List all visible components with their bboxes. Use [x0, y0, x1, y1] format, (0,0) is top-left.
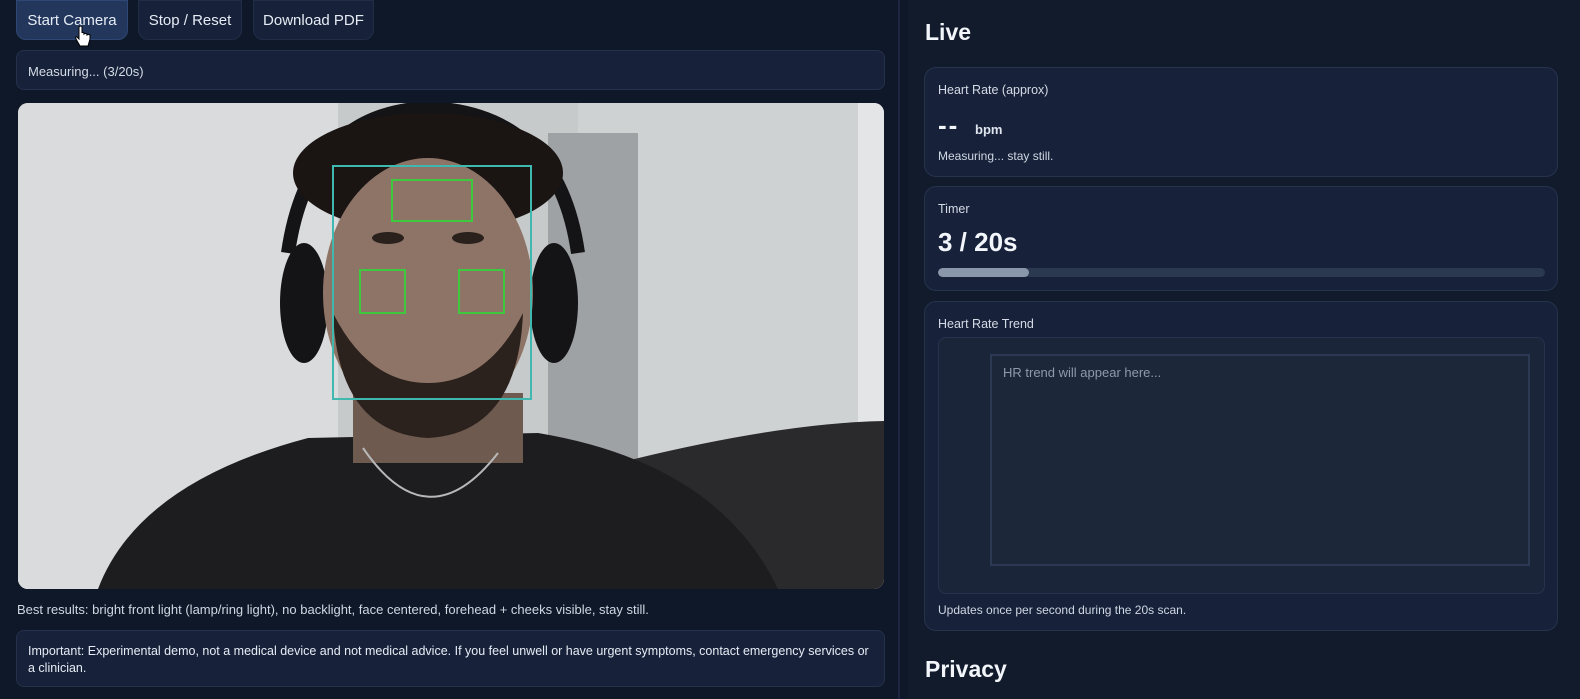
camera-panel: Start Camera Stop / Reset Download PDF M… — [0, 0, 900, 699]
privacy-heading: Privacy — [925, 656, 1007, 682]
live-heading: Live — [925, 19, 972, 45]
hand-cursor-icon — [75, 26, 91, 47]
trend-note: Updates once per second during the 20s s… — [938, 603, 1187, 617]
timer-value: 3 / 20s — [938, 227, 1018, 257]
camera-feed — [18, 103, 884, 589]
download-pdf-button[interactable]: Download PDF — [253, 0, 374, 40]
camera-frame-image — [18, 103, 884, 589]
heart-rate-card: Heart Rate (approx) -- bpm Measuring... … — [924, 67, 1558, 177]
start-camera-button[interactable]: Start Camera — [16, 0, 128, 40]
live-panel: Live Heart Rate (approx) -- bpm Measurin… — [908, 0, 1580, 699]
lighting-hint: Best results: bright front light (lamp/r… — [17, 602, 649, 617]
timer-label: Timer — [938, 202, 970, 216]
stop-reset-button[interactable]: Stop / Reset — [138, 0, 242, 40]
status-bar: Measuring... (3/20s) — [16, 50, 885, 90]
trend-placeholder: HR trend will appear here... — [990, 354, 1530, 566]
heart-rate-note: Measuring... stay still. — [938, 149, 1054, 163]
trend-card: Heart Rate Trend HR trend will appear he… — [924, 301, 1558, 631]
trend-label: Heart Rate Trend — [938, 317, 1034, 331]
timer-card: Timer 3 / 20s — [924, 186, 1558, 291]
heart-rate-label: Heart Rate (approx) — [938, 83, 1049, 97]
timer-progress-bar — [938, 268, 1545, 277]
column-divider — [898, 0, 900, 699]
heart-rate-unit: bpm — [975, 122, 1003, 137]
timer-progress-fill — [938, 268, 1030, 277]
disclaimer-text: Important: Experimental demo, not a medi… — [28, 644, 869, 675]
app-root: Start Camera Stop / Reset Download PDF M… — [0, 0, 1580, 699]
trend-chart-area: HR trend will appear here... — [938, 337, 1545, 594]
status-text: Measuring... (3/20s) — [28, 64, 144, 79]
medical-disclaimer: Important: Experimental demo, not a medi… — [16, 630, 885, 687]
heart-rate-value: -- — [938, 110, 960, 140]
